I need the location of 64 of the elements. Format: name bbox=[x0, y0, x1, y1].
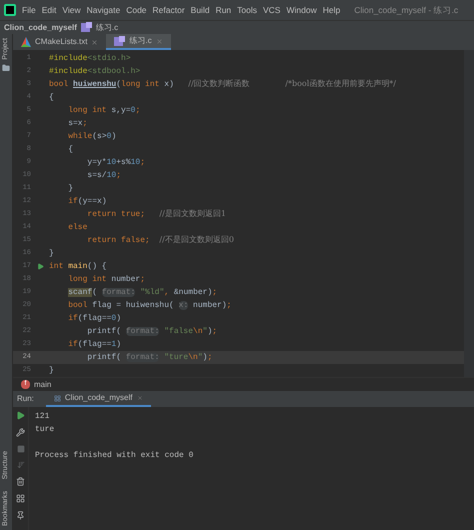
console-icon bbox=[54, 394, 61, 402]
layout-icon[interactable] bbox=[16, 494, 25, 503]
menu-item[interactable]: Help bbox=[322, 4, 340, 16]
menu-item[interactable]: Tools bbox=[237, 4, 257, 16]
menu-item[interactable]: View bbox=[62, 4, 81, 16]
folder-icon bbox=[2, 64, 10, 72]
c-file-icon bbox=[114, 36, 126, 46]
menu-item[interactable]: Window bbox=[286, 4, 317, 16]
menu-item[interactable]: File bbox=[22, 4, 36, 16]
editor-tab[interactable]: CMakeLists.txt bbox=[13, 34, 106, 50]
run-tab[interactable]: Clion_code_myself bbox=[46, 391, 150, 407]
code-line: long int s,y=0; bbox=[67, 104, 140, 116]
run-label: Run: bbox=[17, 393, 34, 405]
exit-message: Process finished with exit code 0 bbox=[35, 450, 194, 462]
code-line: printf( format: "ture\n"); bbox=[86, 352, 212, 364]
code-line: return false; //不是回文数则返回0 bbox=[86, 234, 234, 247]
pin-icon[interactable] bbox=[16, 511, 25, 520]
triangle-icon bbox=[21, 37, 31, 47]
run-icon[interactable] bbox=[36, 263, 44, 270]
code-line: bool flag = huiwenshu( x: number); bbox=[67, 300, 232, 312]
code-line: { bbox=[67, 144, 74, 156]
code-line: long int number; bbox=[67, 274, 146, 286]
rerun-icon[interactable] bbox=[16, 411, 25, 420]
c-file-icon bbox=[80, 22, 92, 33]
code-line: s=s/10; bbox=[86, 170, 122, 182]
code-line: else bbox=[67, 222, 88, 234]
console-output: ture bbox=[35, 424, 56, 436]
code-line: return true; //是回文数则返回1 bbox=[86, 208, 226, 221]
close-icon[interactable] bbox=[136, 395, 142, 401]
file-name[interactable]: 练习.c bbox=[96, 22, 118, 34]
code-line: bool huiwenshu(long int x) //回文数判断函数 /*bool函数在使用前要先声明*/ bbox=[49, 78, 396, 91]
breadcrumb-item[interactable]: main bbox=[34, 378, 52, 390]
stop-icon[interactable] bbox=[16, 445, 24, 453]
menu-item[interactable]: VCS bbox=[263, 4, 280, 16]
code-line: { bbox=[49, 92, 54, 104]
menu-item[interactable]: Navigate bbox=[86, 4, 120, 16]
code-line: } bbox=[67, 182, 74, 194]
code-line: scanf( format: "%ld", &number); bbox=[67, 286, 218, 298]
code-line: } bbox=[49, 364, 54, 376]
close-icon[interactable] bbox=[91, 38, 98, 46]
code-line: printf( format: "false\n"); bbox=[86, 326, 218, 338]
menu-item[interactable]: Edit bbox=[42, 4, 56, 16]
window-title: Clion_code_myself - 练习.c bbox=[354, 4, 458, 16]
menu-item[interactable]: Build bbox=[190, 4, 210, 16]
project-name[interactable]: Clion_code_myself bbox=[4, 22, 77, 34]
code-line: #include<stdbool.h> bbox=[49, 66, 140, 78]
code-line: int main() { bbox=[49, 260, 107, 272]
menu-item[interactable]: Refactor bbox=[152, 4, 185, 16]
console-output: 121 bbox=[35, 411, 50, 423]
code-line: s=x; bbox=[67, 118, 88, 130]
menu-item[interactable]: Code bbox=[126, 4, 147, 16]
menu-item[interactable]: Run bbox=[216, 4, 232, 16]
code-line: } bbox=[49, 248, 54, 260]
code-line: if(y==x) bbox=[67, 196, 107, 208]
code-line: #include<stdio.h> bbox=[49, 52, 131, 64]
sort-icon[interactable] bbox=[16, 461, 24, 469]
editor-tab[interactable]: 练习.c bbox=[106, 34, 171, 50]
code-line: if(flag==1) bbox=[67, 338, 122, 350]
code-line: y=y*10+s%10; bbox=[86, 156, 146, 168]
trash-icon[interactable] bbox=[16, 477, 25, 486]
code-line: if(flag==0) bbox=[67, 312, 122, 324]
code-line: while(s>0) bbox=[67, 130, 116, 142]
wrench-icon[interactable] bbox=[16, 428, 25, 437]
app-logo-icon bbox=[4, 4, 16, 16]
